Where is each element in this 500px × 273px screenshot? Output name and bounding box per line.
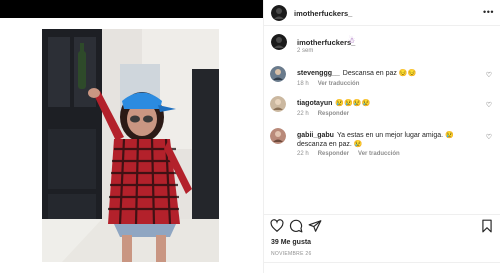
caption-emoji: ☃ xyxy=(348,36,356,45)
comment-username[interactable]: stevenggg__ xyxy=(297,70,340,77)
commenter-avatar[interactable] xyxy=(270,128,286,144)
commenter-avatar-image xyxy=(270,96,286,112)
comment-text: tiagotayun 😢😢😢😢 xyxy=(297,99,475,108)
caption-username[interactable]: imotherfuckers_ xyxy=(297,38,355,47)
comment-time[interactable]: 18 h xyxy=(297,81,309,87)
comment-text: stevenggg__ Descansa en paz 😔😔 xyxy=(297,69,475,78)
comment-item: gabii_gabu Ya estas en un mejor lugar ami… xyxy=(270,128,496,164)
comment-body: Descansa en paz 😔😔 xyxy=(342,70,417,77)
commenter-avatar[interactable] xyxy=(270,66,286,82)
reply-link[interactable]: Responder xyxy=(318,111,349,117)
heart-outline-icon[interactable] xyxy=(270,219,284,233)
comment-username[interactable]: tiagotayun xyxy=(297,100,332,107)
comment-username[interactable]: gabii_gabu xyxy=(297,132,334,139)
post-date: NOVIEMBRE 26 xyxy=(271,251,312,257)
top-black-bar xyxy=(0,0,263,18)
bookmark-icon-svg xyxy=(482,219,492,233)
likes-count[interactable]: 39 Me gusta xyxy=(271,239,311,246)
comment-body: 😢😢😢😢 xyxy=(335,100,371,107)
comment-like-heart-icon[interactable]: ♡ xyxy=(486,133,492,141)
commenter-avatar[interactable] xyxy=(270,96,286,112)
share-icon[interactable] xyxy=(308,219,322,233)
post-details-pane: imotherfuckers_ ••• imotherfuckers_ ☃ 2 … xyxy=(264,0,500,273)
author-avatar-image xyxy=(271,5,287,21)
comment-icon[interactable] xyxy=(289,219,303,233)
comment-meta: 18 h Ver traducción xyxy=(297,81,368,87)
translate-link[interactable]: Ver traducción xyxy=(358,151,400,157)
comment-time[interactable]: 22 h xyxy=(297,151,309,157)
comment-like-heart-icon[interactable]: ♡ xyxy=(486,71,492,79)
heart-outline-icon-svg xyxy=(270,219,284,233)
header-username[interactable]: imotherfuckers_ xyxy=(294,9,352,18)
comment-icon-svg xyxy=(289,219,303,233)
comment-meta: 22 h Responder xyxy=(297,111,358,117)
comment-item: stevenggg__ Descansa en paz 😔😔 18 h Ver tr… xyxy=(270,66,496,94)
share-icon-svg xyxy=(308,220,322,232)
comment-item: tiagotayun 😢😢😢😢 22 h Responder ♡ xyxy=(270,96,496,124)
media-pane xyxy=(0,18,263,273)
commenter-avatar-image xyxy=(270,128,286,144)
caption-avatar-image xyxy=(271,34,287,50)
post-photo-illustration xyxy=(42,29,219,262)
caption-avatar[interactable] xyxy=(271,34,287,50)
more-options-icon[interactable]: ••• xyxy=(483,8,494,17)
caption-timestamp[interactable]: 2 sem xyxy=(297,48,313,54)
translate-link[interactable]: Ver traducción xyxy=(318,81,360,87)
actions-divider xyxy=(264,214,500,215)
comment-box-divider xyxy=(264,262,500,263)
reply-link[interactable]: Responder xyxy=(318,151,349,157)
comment-text: gabii_gabu Ya estas en un mejor lugar ami… xyxy=(297,131,475,149)
author-avatar[interactable] xyxy=(271,5,287,21)
instagram-post-view: imotherfuckers_ ••• imotherfuckers_ ☃ 2 … xyxy=(0,0,500,273)
comment-time[interactable]: 22 h xyxy=(297,111,309,117)
post-photo[interactable] xyxy=(42,29,219,262)
commenter-avatar-image xyxy=(270,66,286,82)
post-header: imotherfuckers_ ••• xyxy=(264,0,500,26)
comment-meta: 22 h Responder Ver traducción xyxy=(297,151,409,157)
bookmark-icon[interactable] xyxy=(480,219,494,233)
comment-like-heart-icon[interactable]: ♡ xyxy=(486,101,492,109)
